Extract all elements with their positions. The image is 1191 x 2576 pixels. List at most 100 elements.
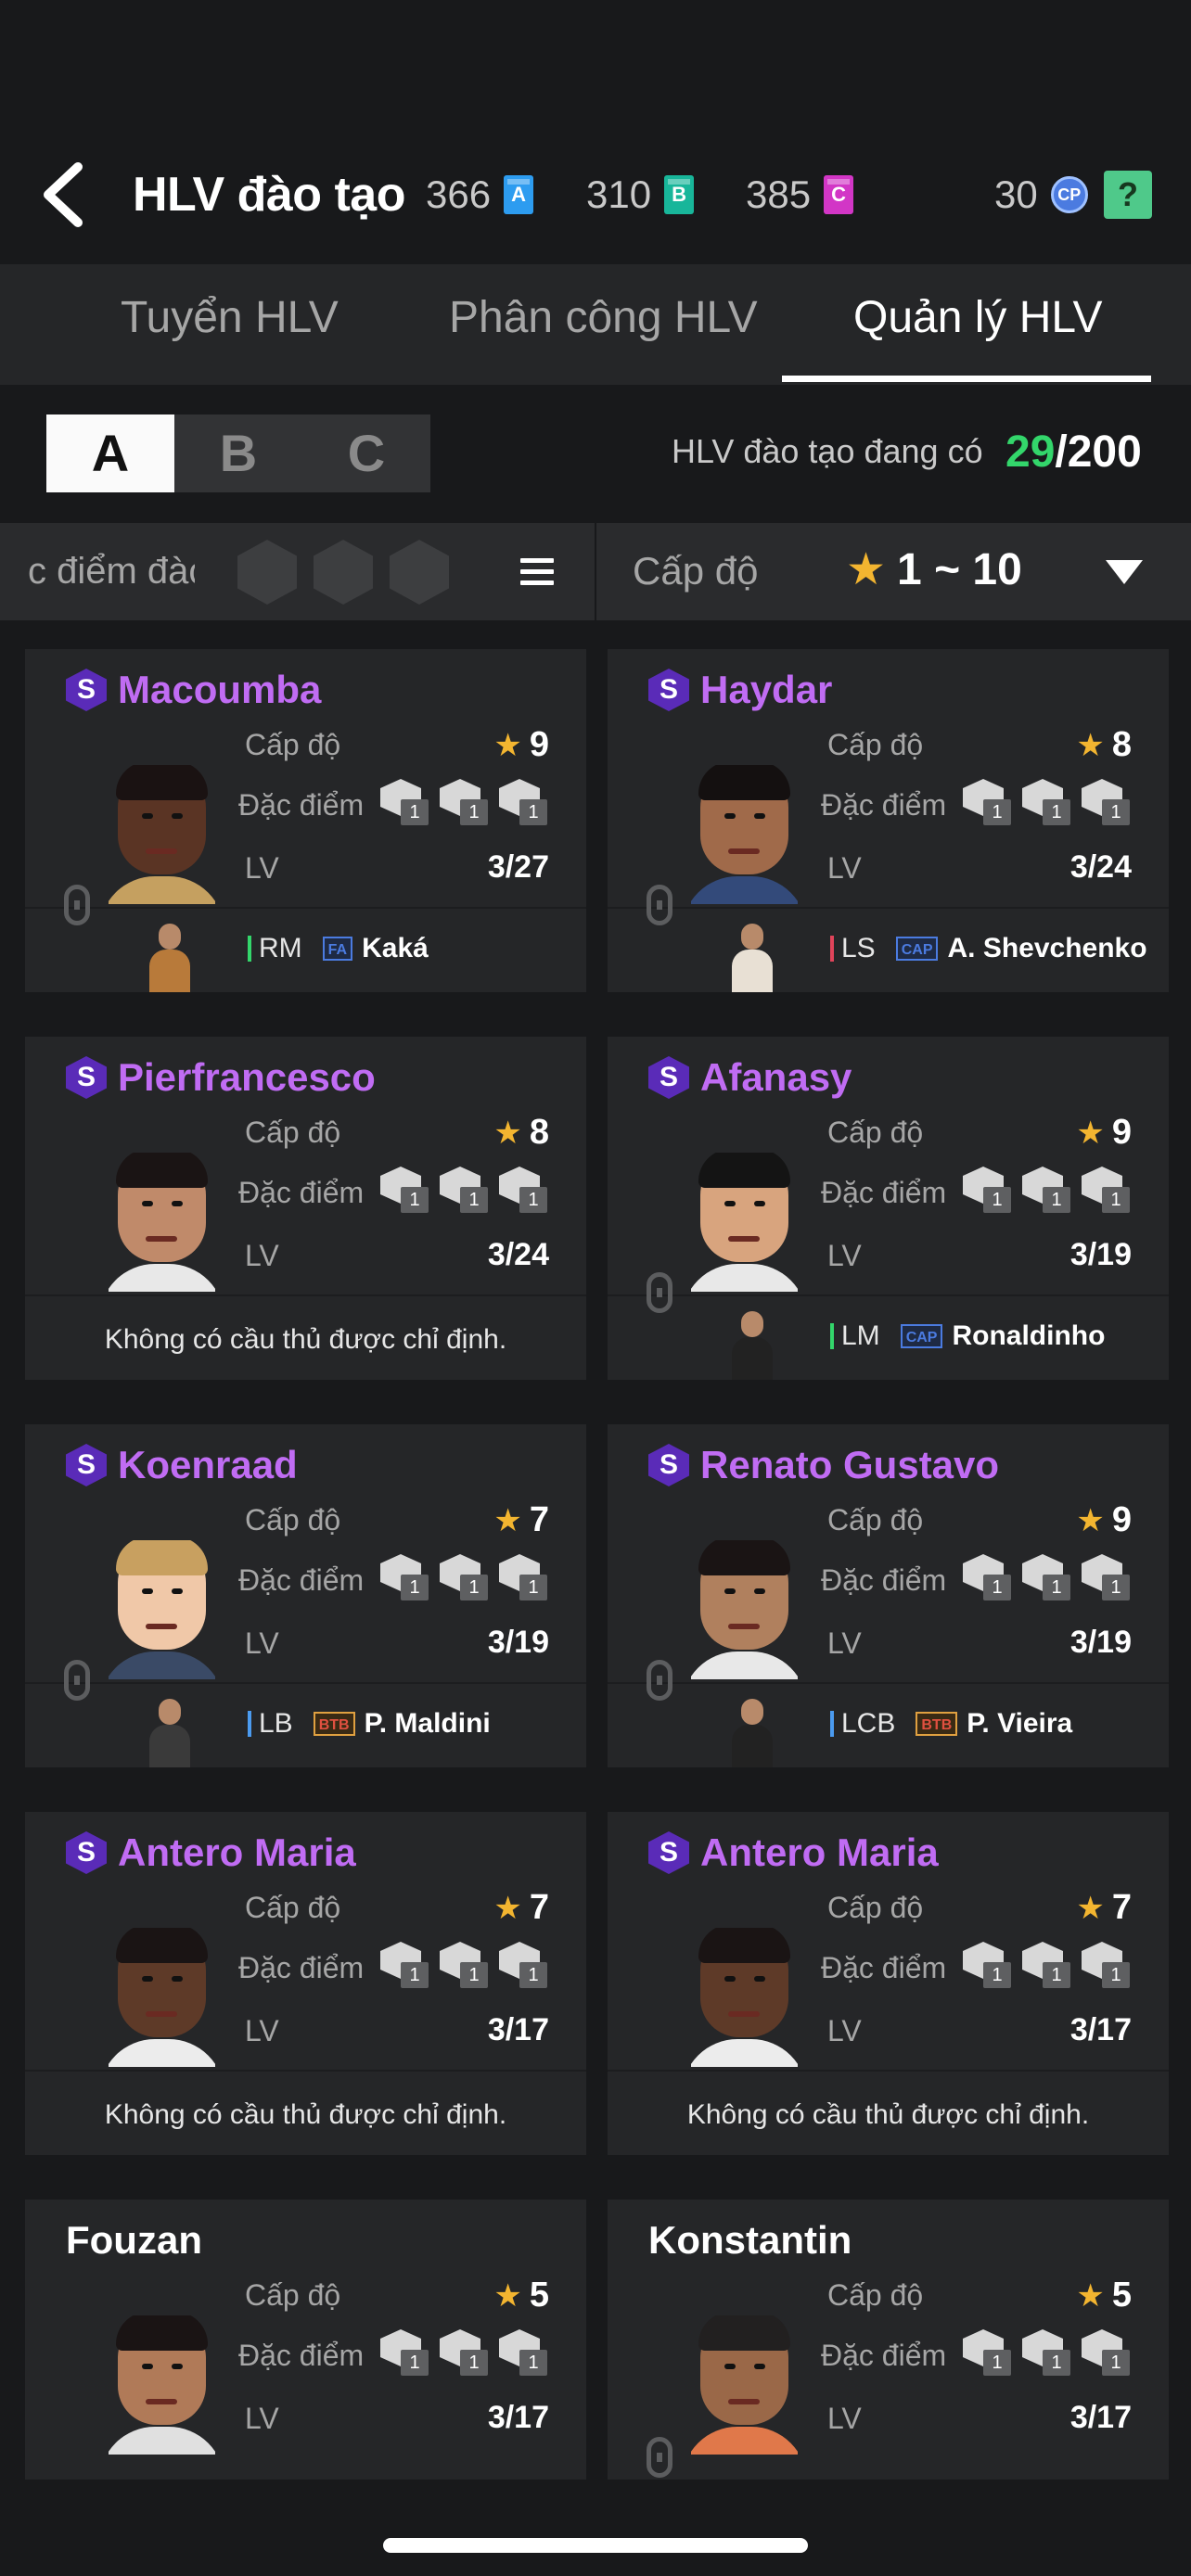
trait-icon[interactable]: 1 — [1022, 2329, 1072, 2376]
trait-filter-slot-1[interactable] — [237, 540, 297, 605]
coach-card[interactable]: S Macoumba Cấp độ ★ 9 Đặc điểm 1 1 1 LV 3/27 RM FA Ka… — [25, 649, 586, 992]
coach-name: Macoumba — [118, 668, 322, 711]
grade-tab-b[interactable]: B — [174, 414, 302, 492]
star-icon: ★ — [1076, 1503, 1105, 1538]
assigned-player: LS CAP A. Shevchenko — [830, 933, 1147, 964]
trait-label: Đặc điểm — [821, 788, 947, 822]
trait-icon[interactable]: 1 — [499, 1942, 549, 1988]
trait-label: Đặc điểm — [238, 788, 365, 822]
assigned-player: LCB BTB P. Vieira — [830, 1708, 1072, 1740]
grade-tab-a[interactable]: A — [46, 414, 174, 492]
tab-recruit-coach[interactable]: Tuyển HLV — [121, 292, 339, 343]
trait-icon[interactable]: 1 — [380, 1554, 430, 1600]
trait-icon[interactable]: 1 — [963, 779, 1013, 825]
assigned-player-row[interactable]: LB BTB P. Maldini — [25, 1660, 586, 1767]
trait-list: 1 1 1 — [954, 1167, 1132, 1213]
trait-level: 1 — [460, 1575, 488, 1600]
trait-icon[interactable]: 1 — [499, 2329, 549, 2376]
trait-icon[interactable]: 1 — [380, 1942, 430, 1988]
trait-icon[interactable]: 1 — [1022, 1554, 1072, 1600]
coach-card[interactable]: S Antero Maria Cấp độ ★ 7 Đặc điểm 1 1 1 LV 3/17 Kh… — [25, 1812, 586, 2155]
trait-icon[interactable]: 1 — [440, 1942, 490, 1988]
assigned-player-row[interactable]: Không có cầu thủ được chỉ định. — [608, 2072, 1169, 2155]
trait-icon[interactable]: 1 — [1022, 1942, 1072, 1988]
trait-icon[interactable]: 1 — [1082, 779, 1132, 825]
trait-icon[interactable]: 1 — [1022, 1167, 1072, 1213]
cp-icon: CP — [1050, 176, 1088, 213]
trait-level: 1 — [1102, 1187, 1130, 1213]
level-filter-range[interactable]: ★ 1 ~ 10 — [846, 543, 1022, 595]
coach-card[interactable]: Konstantin Cấp độ ★ 5 Đặc điểm 1 1 1 LV 3/17 — [608, 2200, 1169, 2480]
coach-card[interactable]: S Haydar Cấp độ ★ 8 Đặc điểm 1 1 1 LV 3/24 LS CAP A. … — [608, 649, 1169, 992]
trait-icon[interactable]: 1 — [440, 779, 490, 825]
coach-card[interactable]: S Pierfrancesco Cấp độ ★ 8 Đặc điểm 1 1 1 LV 3/24 K… — [25, 1037, 586, 1380]
trait-icon[interactable]: 1 — [963, 1942, 1013, 1988]
coach-count-label: HLV đào tạo đang có — [672, 432, 983, 470]
level-label: Cấp độ — [827, 1503, 924, 1537]
trait-icon[interactable]: 1 — [499, 779, 549, 825]
special-badge-icon: S — [66, 669, 107, 711]
trait-icon[interactable]: 1 — [380, 779, 430, 825]
trait-icon[interactable]: 1 — [440, 1167, 490, 1213]
star-count: 8 — [529, 1113, 549, 1152]
trait-icon[interactable]: 1 — [380, 2329, 430, 2376]
special-badge-icon: S — [66, 1444, 107, 1486]
coach-lv: 3/17 — [487, 2012, 549, 2047]
player-position: LM — [841, 1320, 880, 1351]
grade-tab-c[interactable]: C — [302, 414, 430, 492]
tab-assign-coach[interactable]: Phân công HLV — [449, 292, 758, 343]
home-indicator[interactable] — [383, 2538, 808, 2553]
coach-stars: ★ 5 — [493, 2276, 549, 2315]
level-label: Cấp độ — [245, 1116, 341, 1149]
trait-level: 1 — [983, 1962, 1011, 1988]
coach-lv: 3/24 — [487, 1237, 549, 1272]
help-button[interactable]: ? — [1104, 171, 1152, 219]
trait-filter-label[interactable]: c điểm đàc — [28, 551, 195, 593]
trait-icon[interactable]: 1 — [963, 1554, 1013, 1600]
coach-card[interactable]: S Renato Gustavo Cấp độ ★ 9 Đặc điểm 1 1 1 LV 3/19… — [608, 1424, 1169, 1767]
star-count: 7 — [1111, 1888, 1132, 1927]
coach-card[interactable]: Fouzan Cấp độ ★ 5 Đặc điểm 1 1 1 LV 3/17 — [25, 2200, 586, 2480]
trait-filter-slot-2[interactable] — [314, 540, 373, 605]
trait-icon[interactable]: 1 — [380, 1167, 430, 1213]
coach-card[interactable]: S Afanasy Cấp độ ★ 9 Đặc điểm 1 1 1 LV 3/19 LM CAP Ro… — [608, 1037, 1169, 1380]
player-thumbnail — [728, 1306, 776, 1380]
coach-stars: ★ 9 — [1076, 1500, 1132, 1540]
coupon-c-icon: C — [824, 175, 854, 214]
lv-label: LV — [827, 2402, 862, 2435]
menu-icon[interactable] — [520, 558, 554, 586]
assigned-player-row[interactable]: Không có cầu thủ được chỉ định. — [25, 1296, 586, 1380]
coach-lv: 3/19 — [1069, 1625, 1132, 1660]
tab-manage-coach[interactable]: Quản lý HLV — [853, 292, 1103, 343]
assigned-player-row[interactable]: LM CAP Ronaldinho — [608, 1272, 1169, 1380]
trait-label: Đặc điểm — [238, 1563, 365, 1597]
coach-stars: ★ 7 — [493, 1500, 549, 1540]
level-label: Cấp độ — [827, 2278, 924, 2312]
coach-name-row: S Pierfrancesco — [66, 1055, 376, 1100]
trait-icon[interactable]: 1 — [440, 2329, 490, 2376]
assigned-player-row[interactable]: LS CAP A. Shevchenko — [608, 885, 1169, 992]
assigned-player-row[interactable]: Không có cầu thủ được chỉ định. — [25, 2072, 586, 2155]
trait-icon[interactable]: 1 — [1082, 1942, 1132, 1988]
trait-label: Đặc điểm — [238, 1951, 365, 1984]
trait-icon[interactable]: 1 — [963, 1167, 1013, 1213]
assigned-player-row[interactable]: LCB BTB P. Vieira — [608, 1660, 1169, 1767]
trait-icon[interactable]: 1 — [499, 1554, 549, 1600]
trait-icon[interactable]: 1 — [499, 1167, 549, 1213]
trait-label: Đặc điểm — [821, 1951, 947, 1984]
coach-card[interactable]: S Koenraad Cấp độ ★ 7 Đặc điểm 1 1 1 LV 3/19 LB BTB P… — [25, 1424, 586, 1767]
card-type-badge: CAP — [900, 1324, 943, 1348]
trait-filter-slot-3[interactable] — [390, 540, 449, 605]
dropdown-arrow-icon[interactable] — [1106, 560, 1143, 584]
trait-icon[interactable]: 1 — [1082, 2329, 1132, 2376]
back-arrow-icon[interactable] — [37, 158, 93, 232]
trait-level: 1 — [519, 1187, 547, 1213]
trait-icon[interactable]: 1 — [1082, 1167, 1132, 1213]
trait-icon[interactable]: 1 — [1082, 1554, 1132, 1600]
trait-icon[interactable]: 1 — [1022, 779, 1072, 825]
coach-card[interactable]: S Antero Maria Cấp độ ★ 7 Đặc điểm 1 1 1 LV 3/17 Kh… — [608, 1812, 1169, 2155]
trait-icon[interactable]: 1 — [440, 1554, 490, 1600]
star-icon: ★ — [493, 728, 522, 763]
trait-icon[interactable]: 1 — [963, 2329, 1013, 2376]
assigned-player-row[interactable]: RM FA Kaká — [25, 885, 586, 992]
